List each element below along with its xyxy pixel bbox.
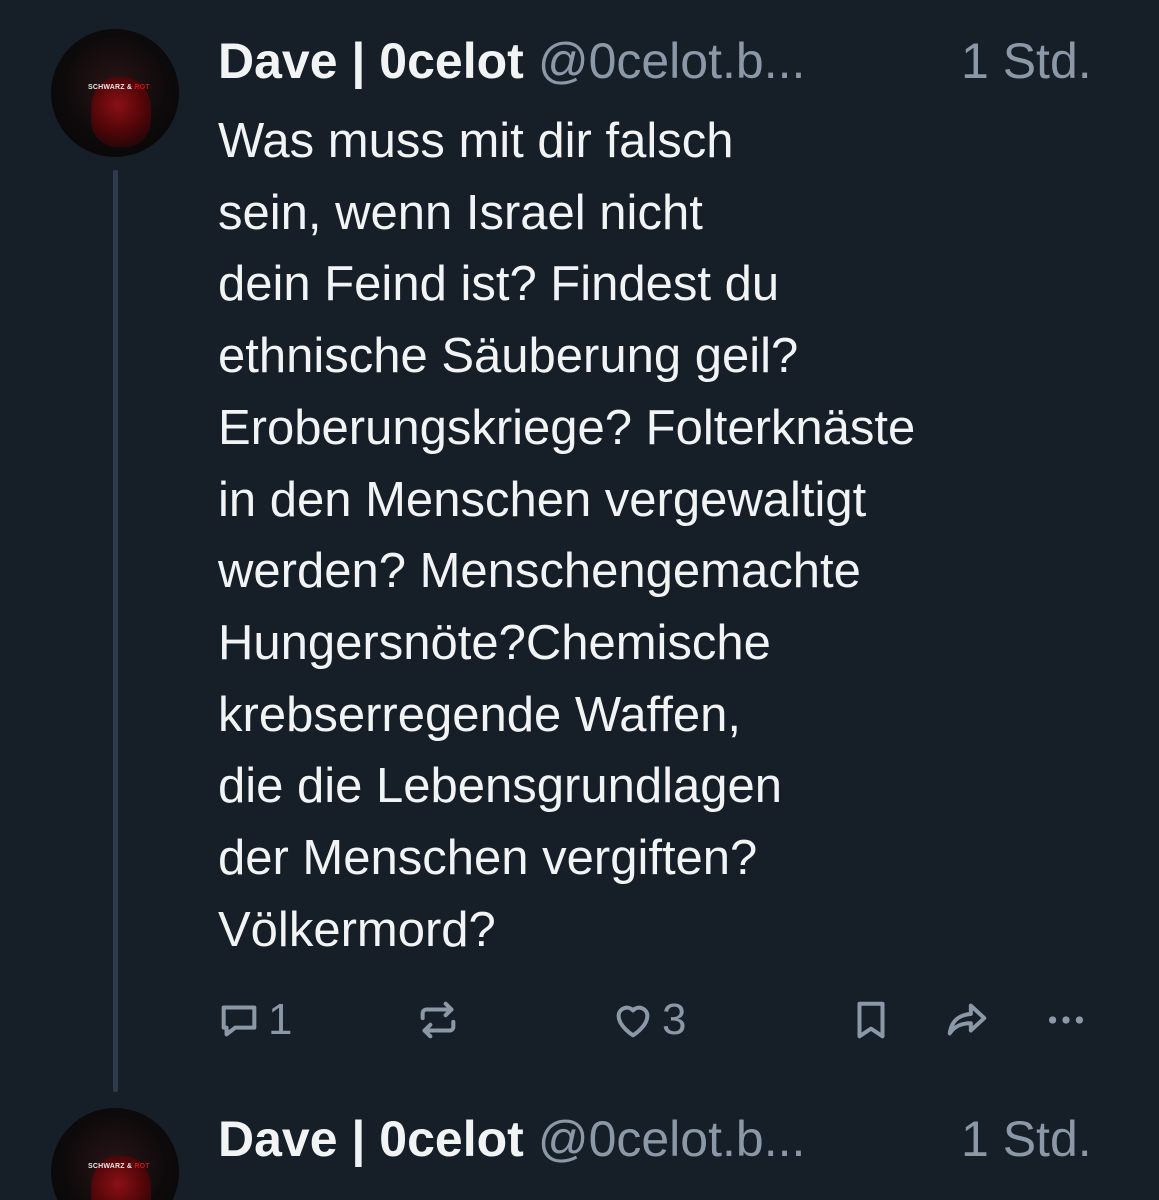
- reply-button[interactable]: 1: [216, 990, 292, 1050]
- share-button[interactable]: [942, 990, 992, 1050]
- post[interactable]: SCHWARZ & ROT Dave | 0celot @0celot.b... …: [0, 1100, 1159, 1200]
- bookmark-icon: [857, 1001, 885, 1039]
- author-name[interactable]: Dave | 0celot: [218, 33, 524, 89]
- more-options-button[interactable]: [1043, 990, 1089, 1050]
- avatar[interactable]: SCHWARZ & ROT: [51, 29, 179, 157]
- post[interactable]: SCHWARZ & ROT Dave | 0celot @0celot.b... …: [0, 0, 1159, 1100]
- heart-icon: [616, 1005, 650, 1038]
- author-name[interactable]: Dave | 0celot: [218, 1111, 524, 1167]
- like-button[interactable]: 3: [610, 990, 686, 1050]
- avatar-logo-text: SCHWARZ & ROT: [88, 84, 150, 91]
- thread-line: [113, 170, 118, 1092]
- author-handle[interactable]: @0celot.b...: [538, 1111, 806, 1167]
- post-timestamp[interactable]: 1 Std.: [961, 1108, 1092, 1170]
- avatar[interactable]: SCHWARZ & ROT: [51, 1108, 179, 1200]
- ellipsis-icon: [1048, 1016, 1084, 1024]
- share-arrow-icon: [947, 1003, 987, 1036]
- post-header: Dave | 0celot @0celot.b... 1 Std.: [218, 30, 1092, 92]
- post-text: Was muss mit dir falsch sein, wenn Israe…: [218, 114, 916, 957]
- reply-count: 1: [268, 995, 293, 1044]
- avatar-logo-text: SCHWARZ & ROT: [88, 1163, 150, 1170]
- speech-bubble-icon: [221, 1005, 257, 1037]
- post-actions: 1 3: [0, 990, 1159, 1050]
- post-timestamp[interactable]: 1 Std.: [961, 30, 1092, 92]
- repost-button[interactable]: [415, 990, 461, 1050]
- author-handle[interactable]: @0celot.b...: [538, 33, 806, 89]
- repost-arrows-icon: [420, 1001, 456, 1039]
- post-header: Dave | 0celot @0celot.b... 1 Std.: [218, 1108, 1092, 1170]
- bookmark-button[interactable]: [848, 990, 894, 1050]
- like-count: 3: [662, 995, 687, 1044]
